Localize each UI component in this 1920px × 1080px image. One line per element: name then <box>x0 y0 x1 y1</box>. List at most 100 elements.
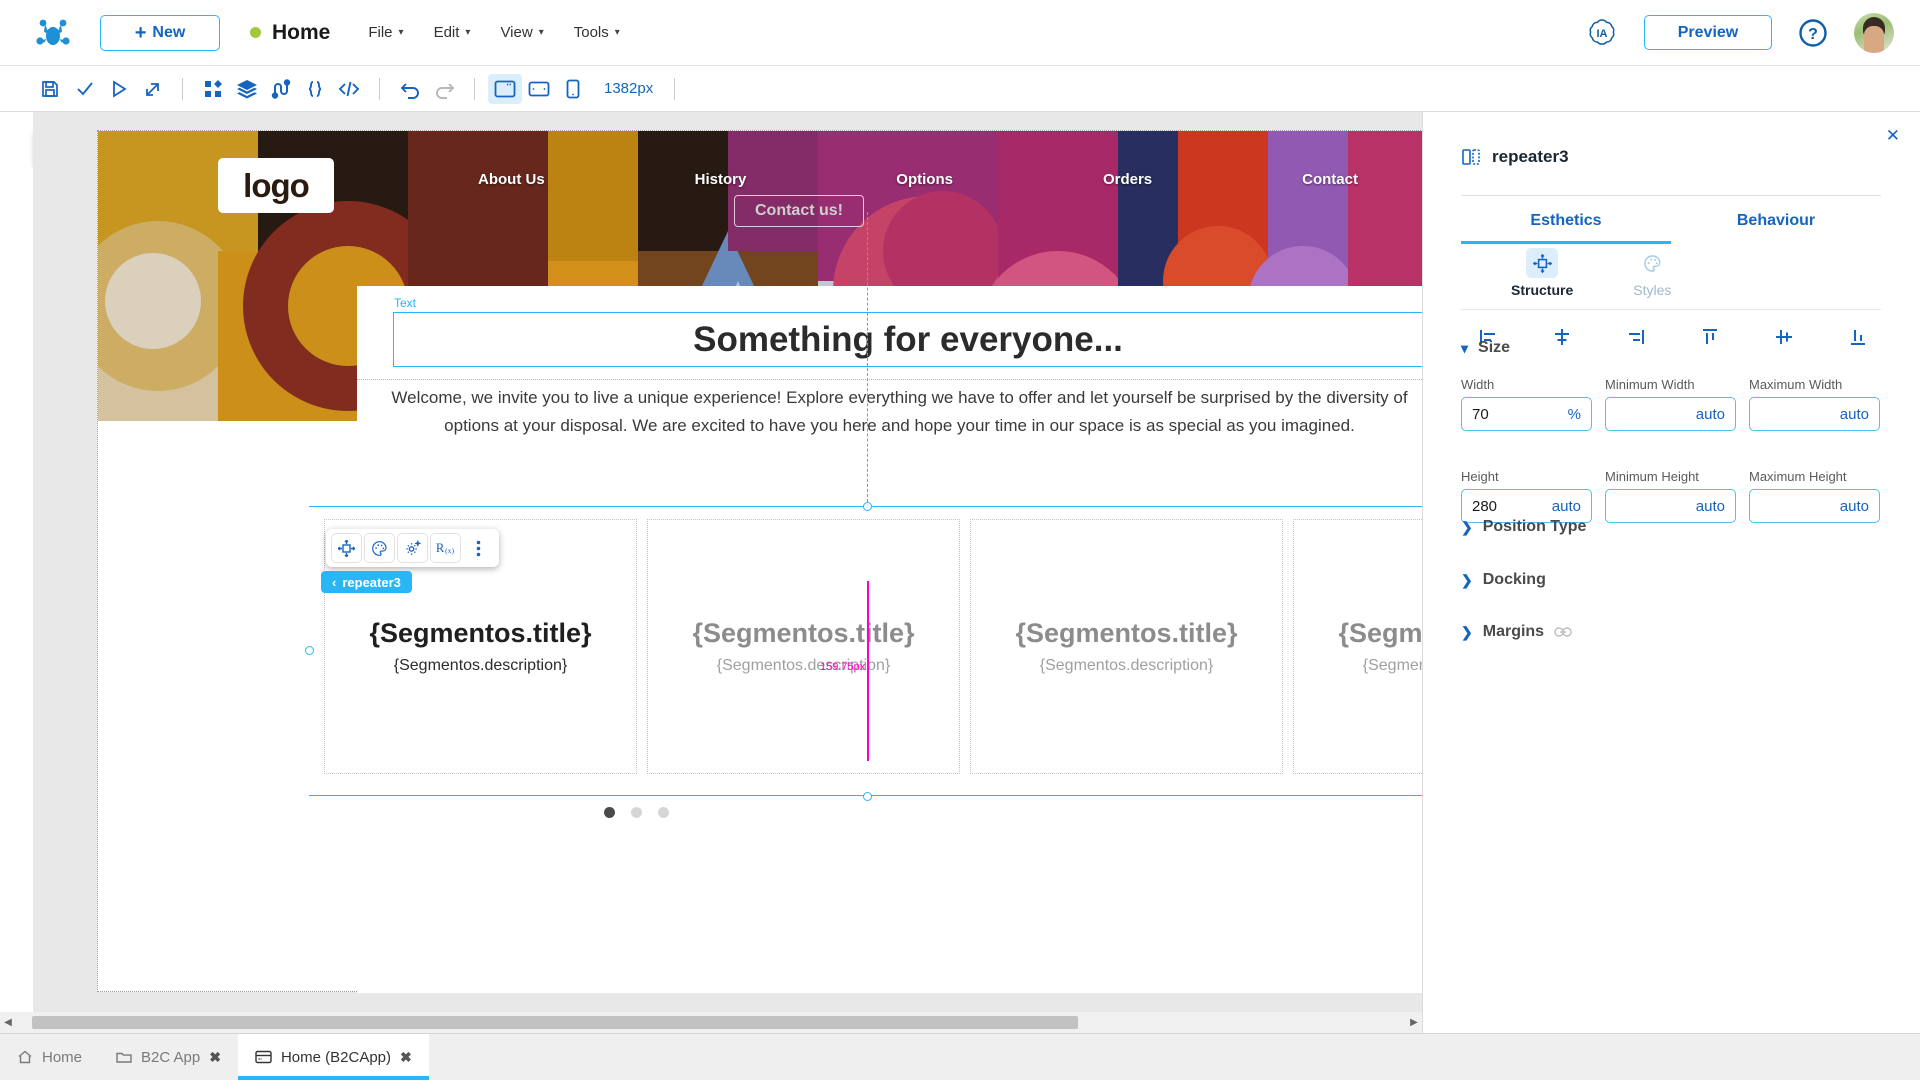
content-divider <box>357 379 1422 380</box>
mobile-view-icon[interactable] <box>556 74 590 104</box>
toolbar-separator <box>474 77 475 100</box>
breadcrumb[interactable]: ‹ repeater3 <box>321 571 412 593</box>
carousel-dot[interactable] <box>658 807 669 818</box>
scrollbar-thumb[interactable] <box>32 1016 1078 1029</box>
avatar[interactable] <box>1854 12 1894 53</box>
heading-text-element[interactable]: Something for everyone... <box>393 312 1422 367</box>
plus-icon: + <box>134 21 147 44</box>
scroll-right-icon[interactable]: ▶ <box>1406 1017 1422 1028</box>
scroll-left-icon[interactable]: ◀ <box>0 1017 16 1028</box>
tablet-view-icon[interactable] <box>522 74 556 104</box>
preview-button[interactable]: Preview <box>1644 15 1772 50</box>
nav-link-options[interactable]: Options <box>896 171 953 188</box>
canvas-horizontal-scrollbar[interactable]: ◀ ▶ <box>0 1012 1422 1033</box>
menu-edit-label: Edit <box>433 24 460 41</box>
bottom-tab-home-b2capp[interactable]: Home (B2CApp) ✖ <box>237 1034 429 1080</box>
scrollbar-track[interactable] <box>16 1016 1406 1029</box>
nav-link-contact[interactable]: Contact <box>1302 171 1358 188</box>
section-position-type-header[interactable]: ❯ Position Type <box>1461 518 1586 536</box>
rules-rx-icon[interactable]: R (x) <box>430 533 461 563</box>
tab-esthetics[interactable]: Esthetics <box>1461 196 1671 244</box>
min-height-input[interactable]: auto <box>1605 489 1736 523</box>
nav-link-orders[interactable]: Orders <box>1103 171 1152 188</box>
ia-assistant-icon[interactable]: IA <box>1586 17 1618 49</box>
deploy-share-icon[interactable] <box>135 74 169 104</box>
selection-handle-bottom[interactable] <box>863 792 872 801</box>
contact-us-button[interactable]: Contact us! <box>734 195 864 227</box>
align-middle-vertical-icon[interactable] <box>1764 320 1804 354</box>
undo-icon[interactable] <box>393 74 427 104</box>
section-docking-title: Docking <box>1482 571 1546 588</box>
intro-paragraph[interactable]: Welcome, we invite you to live a unique … <box>377 384 1422 440</box>
desktop-view-icon[interactable] <box>488 73 522 104</box>
menu-edit[interactable]: Edit ▾ <box>434 24 471 41</box>
breadcrumb-back-icon[interactable]: ‹ <box>332 575 336 590</box>
run-play-icon[interactable] <box>101 74 135 104</box>
max-width-input[interactable]: auto <box>1749 397 1880 431</box>
app-root: + New Home File ▾ Edit ▾ View ▾ Tools ▾ <box>0 0 1920 1080</box>
close-icon[interactable]: ✖ <box>209 1049 221 1066</box>
palette-icon[interactable] <box>364 533 395 563</box>
variables-braces-icon[interactable] <box>298 74 332 104</box>
canvas-viewport[interactable]: logo About Us History Options Orders Con… <box>33 112 1422 1020</box>
menu-view[interactable]: View ▾ <box>500 24 543 41</box>
bottom-tab-home[interactable]: Home <box>0 1034 99 1080</box>
repeater-card[interactable]: {Segmentos.title} {Segmentos.description… <box>970 519 1283 774</box>
widgets-icon[interactable] <box>196 74 230 104</box>
repeater-card-title: {Segmentos.title} <box>692 618 915 648</box>
width-input[interactable]: 70 % <box>1461 397 1592 431</box>
frog-logo-icon[interactable] <box>30 10 76 56</box>
selected-element-tag: Text <box>394 296 417 310</box>
new-button[interactable]: + New <box>100 14 220 51</box>
site-logo[interactable]: logo <box>218 158 334 213</box>
canvas-width-label[interactable]: 1382px <box>604 80 653 97</box>
toolbar-separator <box>379 77 380 100</box>
validate-check-icon[interactable] <box>67 74 101 104</box>
code-icon[interactable] <box>332 74 366 104</box>
section-margins-header[interactable]: ❯ Margins <box>1461 623 1572 641</box>
selection-handle-top[interactable] <box>863 502 872 511</box>
section-size-title: Size <box>1478 339 1511 356</box>
align-right-icon[interactable] <box>1616 320 1656 354</box>
menu-tools[interactable]: Tools ▾ <box>574 24 620 41</box>
close-icon[interactable]: ✕ <box>1886 126 1900 146</box>
bottom-tab-b2c-app[interactable]: B2C App ✖ <box>99 1034 238 1080</box>
save-icon[interactable] <box>33 74 67 104</box>
redo-icon[interactable] <box>427 74 461 104</box>
height-unit[interactable]: auto <box>1552 498 1581 515</box>
field-max-width-label: Maximum Width <box>1749 377 1843 392</box>
section-docking-header[interactable]: ❯ Docking <box>1461 571 1546 589</box>
repeater-card[interactable]: {Segmentos.title} {Segmentos.description… <box>1293 519 1422 774</box>
max-height-input[interactable]: auto <box>1749 489 1880 523</box>
subtab-styles[interactable]: Styles <box>1633 248 1671 298</box>
move-resize-icon[interactable] <box>331 533 362 563</box>
width-unit[interactable]: % <box>1568 406 1581 423</box>
settings-sparkle-icon[interactable] <box>397 533 428 563</box>
question-circle-icon[interactable]: ? <box>1798 18 1828 48</box>
height-value: 280 <box>1472 497 1498 515</box>
nav-link-history[interactable]: History <box>695 171 747 188</box>
panel-element-name: repeater3 <box>1492 147 1569 166</box>
tab-behaviour[interactable]: Behaviour <box>1671 196 1881 244</box>
top-bar: + New Home File ▾ Edit ▾ View ▾ Tools ▾ <box>0 0 1920 66</box>
repeater-card[interactable]: {Segmentos.title} {Segmentos.description… <box>647 519 960 774</box>
selection-handle-left[interactable] <box>305 646 314 655</box>
min-width-input[interactable]: auto <box>1605 397 1736 431</box>
align-center-horizontal-icon[interactable] <box>1542 320 1582 354</box>
data-flow-icon[interactable] <box>264 74 298 104</box>
link-icon[interactable] <box>1554 626 1572 638</box>
menu-file[interactable]: File ▾ <box>368 24 403 41</box>
align-bottom-icon[interactable] <box>1838 320 1878 354</box>
bottom-tab-b2c-app-label: B2C App <box>141 1048 201 1066</box>
layers-icon[interactable] <box>230 74 264 104</box>
close-icon[interactable]: ✖ <box>400 1049 412 1066</box>
subtab-structure[interactable]: Structure <box>1511 248 1573 298</box>
nav-link-about-us[interactable]: About Us <box>478 171 545 188</box>
section-size-header[interactable]: ▾ Size <box>1461 339 1510 357</box>
element-floating-toolbar: R (x) <box>326 529 499 567</box>
carousel-pagination[interactable] <box>604 807 669 818</box>
more-vertical-icon[interactable] <box>463 533 494 563</box>
carousel-dot[interactable] <box>631 807 642 818</box>
carousel-dot-active[interactable] <box>604 807 615 818</box>
align-top-icon[interactable] <box>1690 320 1730 354</box>
